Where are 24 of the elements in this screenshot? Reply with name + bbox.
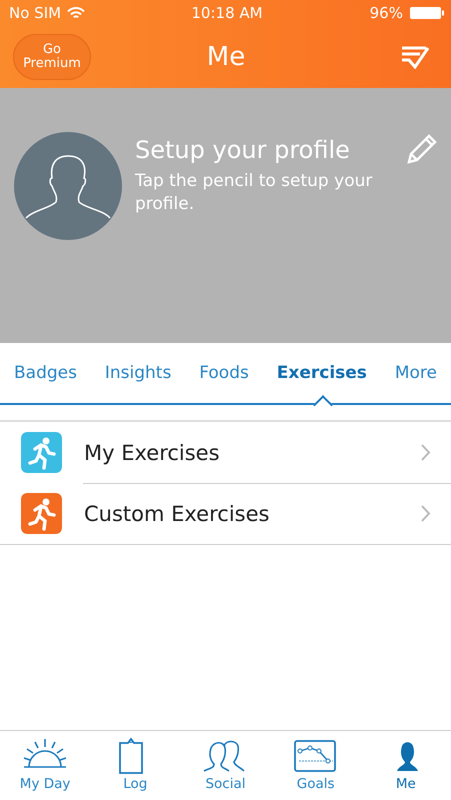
tab-bar-item[interactable]: Me xyxy=(366,731,446,796)
pencil-icon[interactable] xyxy=(405,134,437,166)
tab-bar-item[interactable]: Log xyxy=(95,731,176,796)
carrier-text: No SIM xyxy=(9,4,62,22)
tab-bar-item[interactable]: Goals xyxy=(276,731,356,796)
chevron-icon xyxy=(421,505,431,522)
list-item[interactable]: Custom Exercises xyxy=(84,502,421,526)
battery-icon xyxy=(408,6,445,20)
profile-title: Setup your profile xyxy=(135,136,351,164)
go-premium-button[interactable]: Go Premium xyxy=(13,34,91,80)
tab-bar-item[interactable]: Social xyxy=(185,731,266,796)
wifi-icon xyxy=(67,6,86,20)
tab[interactable]: Insights xyxy=(104,343,172,403)
screen-title: Me xyxy=(206,42,246,72)
clock-text: 10:18 AM xyxy=(191,4,263,22)
list-item[interactable]: My Exercises xyxy=(84,440,421,464)
battery-text: 96% xyxy=(370,4,403,22)
profile-hint: Tap the pencil to setup your profile. xyxy=(135,170,374,216)
checklist-icon[interactable] xyxy=(401,45,429,69)
chevron-icon xyxy=(421,444,431,461)
tab[interactable]: Foods xyxy=(199,343,249,403)
tab[interactable]: Badges xyxy=(14,343,77,403)
tab[interactable]: More xyxy=(394,343,437,403)
tab-bar-item[interactable]: My Day xyxy=(5,731,86,796)
